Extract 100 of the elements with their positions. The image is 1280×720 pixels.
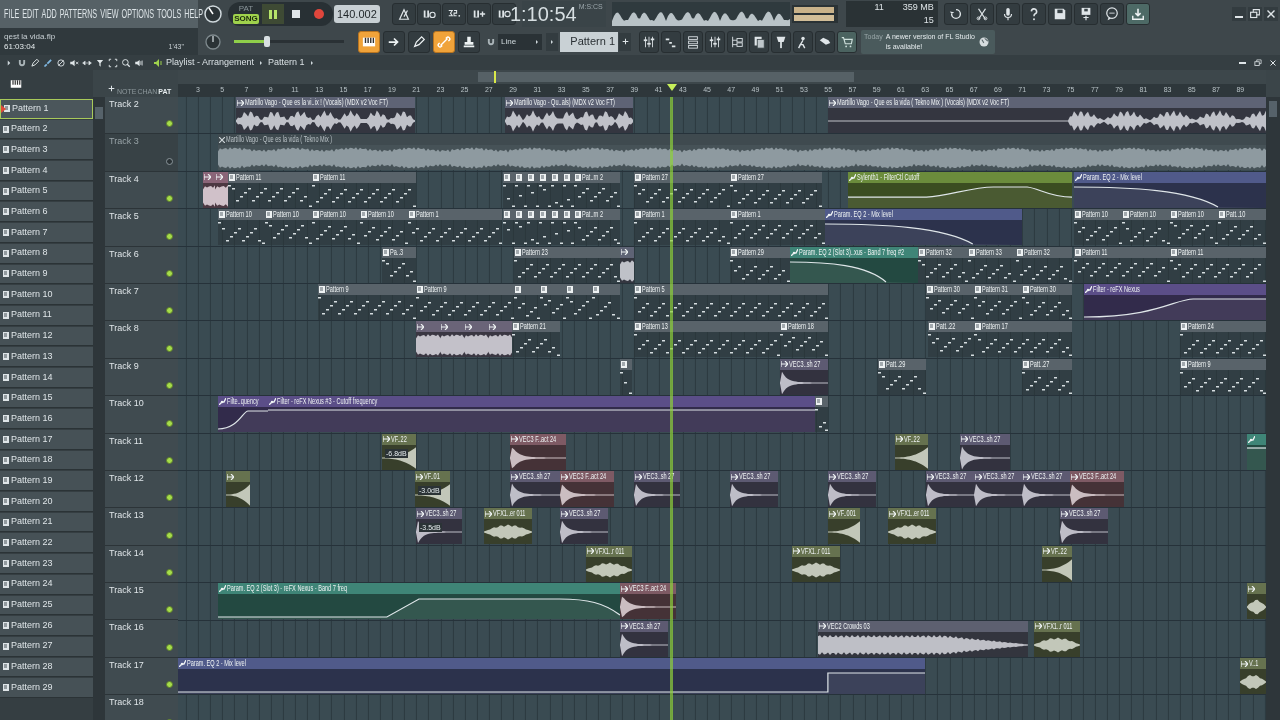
pattern-clip[interactable]: Pattern 10 bbox=[1170, 209, 1218, 246]
pattern-list-item[interactable]: Pattern 1 bbox=[0, 99, 93, 119]
pattern-clip[interactable]: Pattern 1 bbox=[408, 209, 502, 246]
audio-clip[interactable]: VEC3 F..act 24 bbox=[1070, 471, 1124, 507]
pattern-list-item[interactable]: Pattern 28 bbox=[0, 657, 93, 678]
pattern-clip[interactable]: Pattern 27 bbox=[634, 171, 730, 208]
pattern-clip[interactable]: Pattern 11 bbox=[312, 171, 416, 208]
pattern-list-item[interactable]: Pattern 18 bbox=[0, 450, 93, 471]
automation-clip[interactable]: Filte..quency bbox=[218, 396, 268, 433]
pattern-clip[interactable]: Pattern 18 bbox=[780, 321, 828, 358]
pattern-clip[interactable]: Pattern 10 bbox=[1074, 209, 1122, 246]
pattern-list-item[interactable]: Pattern 8 bbox=[0, 243, 93, 264]
pattern-list-item[interactable]: Pattern 23 bbox=[0, 554, 93, 574]
menu-item[interactable]: HELP bbox=[184, 5, 204, 23]
audio-clip[interactable]: VEC3..sh 27 bbox=[560, 508, 608, 545]
pattern-clip[interactable]: Pattern 1 bbox=[634, 209, 730, 246]
pattern-selector[interactable]: Pattern 1 bbox=[560, 31, 618, 52]
pattern-clip[interactable]: Pat..rn 2 bbox=[574, 171, 620, 208]
pattern-clip[interactable]: Pa..3 bbox=[382, 246, 416, 283]
menu-item[interactable]: EDIT bbox=[22, 5, 39, 23]
pattern-clip[interactable]: Pattern 10 bbox=[1122, 209, 1170, 246]
pattern-clip[interactable]: Patt..29 bbox=[878, 358, 926, 395]
menu-item[interactable]: OPTIONS bbox=[121, 5, 154, 23]
audio-clip[interactable]: VEC3..sh 27 bbox=[634, 471, 680, 507]
pattern-clip[interactable]: Patt..10 bbox=[1218, 209, 1266, 246]
tempo-display[interactable]: 140.002 bbox=[334, 5, 380, 23]
audio-clip[interactable]: VFX1..er 011 bbox=[484, 508, 532, 545]
audio-clip[interactable]: VF..22 bbox=[1042, 545, 1072, 582]
pattern-list-item[interactable]: Pattern 19 bbox=[0, 471, 93, 492]
menu-item[interactable]: PATTERNS bbox=[59, 5, 98, 23]
menu-item[interactable]: VIEW bbox=[100, 5, 119, 23]
automation-clip[interactable]: Sylenth1 - FilterCtl Cutoff bbox=[848, 171, 1072, 208]
menu-item[interactable]: ADD bbox=[41, 5, 57, 23]
audio-clip[interactable]: VEC2 Crowds 03 bbox=[818, 620, 1028, 657]
audio-clip[interactable]: VEC3..sh 27 bbox=[828, 471, 876, 507]
pattern-list-item[interactable]: Pattern 16 bbox=[0, 409, 93, 429]
audio-clip[interactable]: VEC3 F..act 24 bbox=[620, 583, 676, 620]
audio-clip[interactable]: VFX1..r 011 bbox=[792, 545, 840, 582]
audio-clip[interactable]: VFX1..r 011 bbox=[1034, 620, 1080, 657]
track-header[interactable]: Track 9 bbox=[105, 358, 178, 397]
pattern-clip[interactable]: Pattern 21 bbox=[512, 321, 560, 358]
audio-clip[interactable]: VEC3..sh 27 bbox=[1022, 471, 1070, 507]
pattern-clip[interactable]: Pattern 30 bbox=[1022, 284, 1072, 320]
pattern-list-item[interactable]: Pattern 2 bbox=[0, 119, 93, 140]
audio-clip[interactable]: Martillo Vago - Qu..als) (MDX v2 Voc FT) bbox=[505, 97, 633, 133]
menu-item[interactable]: FILE bbox=[4, 5, 20, 23]
pattern-clip[interactable]: Pattern 31 bbox=[974, 284, 1022, 320]
pattern-clip[interactable]: Pattern 11 bbox=[228, 171, 312, 208]
track-header[interactable]: Track 6 bbox=[105, 246, 178, 284]
track-header[interactable]: Track 10 bbox=[105, 396, 178, 434]
pattern-clip[interactable]: Pattern 29 bbox=[730, 246, 790, 283]
track-header[interactable]: Track 3 bbox=[105, 134, 178, 172]
pattern-list-item[interactable]: Pattern 17 bbox=[0, 430, 93, 450]
pattern-clip[interactable]: Pat..rn 2 bbox=[574, 209, 620, 246]
audio-clip[interactable]: VEC3..sh 27 bbox=[620, 620, 668, 657]
audio-clip[interactable]: V..1 bbox=[1240, 658, 1266, 694]
audio-clip[interactable]: VEC3..sh 27 bbox=[960, 433, 1010, 470]
audio-clip[interactable]: VF..22 bbox=[895, 433, 928, 470]
track-header[interactable]: Track 14 bbox=[105, 545, 178, 584]
pattern-clip[interactable]: Pattern 10 bbox=[265, 209, 312, 246]
pattern-list-item[interactable]: Pattern 14 bbox=[0, 367, 93, 388]
track-header[interactable]: Track 4 bbox=[105, 171, 178, 210]
pattern-clip[interactable]: Pattern 10 bbox=[312, 209, 360, 246]
audio-clip[interactable]: VF..001 bbox=[828, 508, 860, 545]
pattern-clip[interactable]: Pattern 17 bbox=[974, 321, 1072, 358]
audio-clip[interactable]: Martillo Vago - Que es la vida ( Tekno Mix ) (Vocals) (MDX v2 Voc FT) bbox=[828, 97, 1266, 133]
pattern-list-item[interactable]: Pattern 6 bbox=[0, 202, 93, 223]
automation-clip[interactable]: Filter - reFX Nexus #3 - Cutoff frequency bbox=[268, 396, 815, 433]
pattern-list-item[interactable]: Pattern 24 bbox=[0, 574, 93, 595]
pattern-list-item[interactable]: Pattern 13 bbox=[0, 347, 93, 367]
pattern-list-item[interactable]: Pattern 22 bbox=[0, 533, 93, 554]
pattern-clip[interactable]: Patt..27 bbox=[1022, 358, 1072, 395]
track-header[interactable]: Track 17 bbox=[105, 657, 178, 696]
automation-clip[interactable]: Param. EQ 2 (Slot 3) - reFX Nexus - Band 7 freq bbox=[218, 583, 620, 620]
pattern-list-item[interactable]: Pattern 5 bbox=[0, 181, 93, 202]
mode-toggle[interactable]: PAT bbox=[237, 4, 255, 14]
pattern-clip[interactable]: Pattern 11 bbox=[1170, 246, 1266, 283]
automation-clip[interactable]: Param. EQ 2 - Mix level bbox=[825, 209, 1022, 246]
audio-clip[interactable]: VFX1..r 011 bbox=[586, 545, 632, 582]
pattern-list-item[interactable]: Pattern 9 bbox=[0, 264, 93, 285]
pattern-clip[interactable]: Pattern 5 bbox=[634, 284, 828, 320]
automation-clip[interactable]: Param. EQ 2 - Mix level bbox=[1074, 171, 1266, 208]
audio-clip[interactable]: VEC3..sh 27 bbox=[926, 471, 974, 507]
track-header[interactable]: Track 12 bbox=[105, 470, 178, 509]
pattern-list-item[interactable]: Pattern 4 bbox=[0, 161, 93, 181]
pattern-clip[interactable]: Patt..22 bbox=[928, 321, 974, 358]
menu-item[interactable]: TOOLS bbox=[156, 5, 182, 23]
automation-clip[interactable]: Param. EQ 2 - Mix level bbox=[178, 658, 925, 694]
snap-dropdown[interactable]: Line bbox=[498, 33, 542, 50]
pattern-clip[interactable]: Pattern 23 bbox=[514, 246, 620, 283]
track-header[interactable]: Track 16 bbox=[105, 620, 178, 658]
track-header[interactable]: Track 15 bbox=[105, 583, 178, 621]
pattern-list-item[interactable]: Pattern 26 bbox=[0, 616, 93, 636]
pattern-clip[interactable]: Pattern 9 bbox=[318, 284, 416, 320]
automation-clip[interactable]: Filter - reFX Nexus bbox=[1084, 284, 1266, 320]
audio-clip[interactable]: VFX1..er 011 bbox=[888, 508, 936, 545]
track-header[interactable]: Track 13 bbox=[105, 508, 178, 546]
audio-clip[interactable]: VEC3..sh 27 bbox=[510, 471, 560, 507]
pattern-list-item[interactable]: Pattern 11 bbox=[0, 305, 93, 326]
pattern-list-item[interactable]: Pattern 10 bbox=[0, 285, 93, 305]
